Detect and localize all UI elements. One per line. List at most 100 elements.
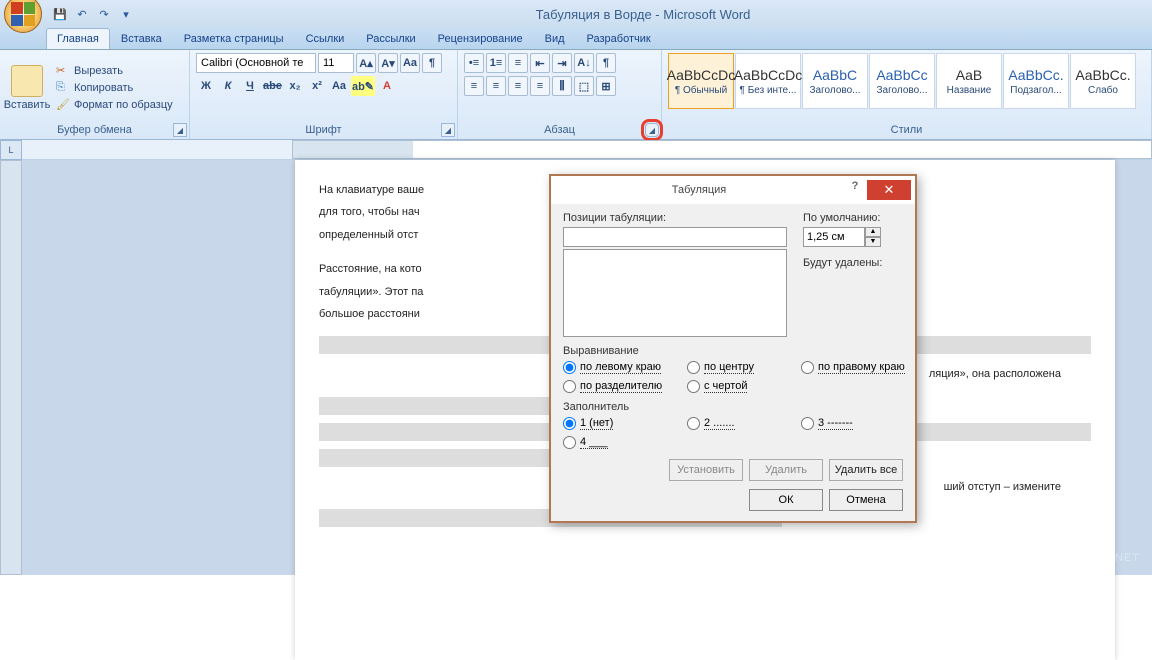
align-right-radio[interactable]: по правому краю [801, 361, 911, 374]
line-spacing-button[interactable]: ⫼ [552, 76, 572, 96]
paragraph-launcher[interactable]: ◢ [645, 123, 659, 137]
subscript-button[interactable]: x₂ [285, 76, 305, 96]
tab-home[interactable]: Главная [46, 28, 110, 49]
align-bar-radio[interactable]: с чертой [687, 380, 797, 393]
leader-none-radio[interactable]: 1 (нет) [563, 417, 683, 430]
undo-icon[interactable]: ↶ [74, 6, 90, 22]
tab-positions-list[interactable] [563, 249, 787, 337]
style-preview: AaBbC [813, 67, 857, 83]
font-launcher[interactable]: ◢ [441, 123, 455, 137]
increase-indent-button[interactable]: ⇥ [552, 53, 572, 73]
italic-button[interactable]: К [218, 76, 238, 96]
shrink-font-button[interactable]: A▾ [378, 53, 398, 73]
clear-format-button[interactable]: ¶ [422, 53, 442, 73]
paste-button[interactable]: Вставить [6, 53, 48, 122]
spin-down-icon[interactable]: ▼ [865, 237, 881, 247]
style-name: ¶ Обычный [675, 85, 727, 96]
tab-review[interactable]: Рецензирование [427, 28, 534, 49]
style-6[interactable]: AaBbCc.Слабо [1070, 53, 1136, 109]
ok-button[interactable]: ОК [749, 489, 823, 511]
align-decimal-radio[interactable]: по разделителю [563, 380, 683, 393]
spin-up-icon[interactable]: ▲ [865, 227, 881, 237]
justify-button[interactable]: ≡ [530, 76, 550, 96]
decrease-indent-button[interactable]: ⇤ [530, 53, 550, 73]
shading-button[interactable]: ⬚ [574, 76, 594, 96]
font-size-dropdown[interactable]: 11 [318, 53, 354, 73]
leader-underscore-radio[interactable]: 4 ___ [563, 436, 683, 449]
bullets-button[interactable]: •≡ [464, 53, 484, 73]
show-marks-button[interactable]: ¶ [596, 53, 616, 73]
align-left-radio[interactable]: по левому краю [563, 361, 683, 374]
tab-insert[interactable]: Вставка [110, 28, 173, 49]
style-name: Заголово... [877, 85, 928, 96]
scissors-icon: ✂ [56, 64, 70, 78]
text-effects-button[interactable]: Aa [329, 76, 349, 96]
change-case-button[interactable]: Aa [400, 53, 420, 73]
watermark: FREE-OFFICE.NET [1003, 549, 1140, 567]
align-right-button[interactable]: ≡ [508, 76, 528, 96]
cut-label: Вырезать [74, 65, 123, 77]
set-button[interactable]: Установить [669, 459, 743, 481]
format-painter-button[interactable]: 🖌Формат по образцу [52, 97, 177, 113]
close-button[interactable]: ✕ [867, 180, 911, 200]
style-3[interactable]: AaBbCcЗаголово... [869, 53, 935, 109]
tab-page-layout[interactable]: Разметка страницы [173, 28, 295, 49]
font-group-label: Шрифт [196, 122, 451, 138]
align-center-button[interactable]: ≡ [486, 76, 506, 96]
doc-text: ший отступ – измените [944, 481, 1061, 493]
default-tab-input[interactable] [803, 227, 865, 247]
style-preview: AaBbCcDc [734, 67, 802, 83]
dialog-titlebar[interactable]: Табуляция ? ✕ [551, 176, 915, 204]
vertical-ruler[interactable] [0, 160, 22, 575]
font-color-button[interactable]: A [377, 76, 397, 96]
tab-position-input[interactable] [563, 227, 787, 247]
help-button[interactable]: ? [843, 180, 867, 200]
tab-references[interactable]: Ссылки [295, 28, 356, 49]
bold-button[interactable]: Ж [196, 76, 216, 96]
window-title: Табуляция в Ворде - Microsoft Word [134, 7, 1152, 22]
doc-text: ляция», она расположена [929, 368, 1061, 380]
style-2[interactable]: AaBbCЗаголово... [802, 53, 868, 109]
ribbon-tabs: Главная Вставка Разметка страницы Ссылки… [0, 28, 1152, 50]
default-tab-spinner[interactable]: ▲▼ [803, 227, 903, 247]
cut-button[interactable]: ✂ Вырезать [52, 63, 177, 79]
save-icon[interactable]: 💾 [52, 6, 68, 22]
style-0[interactable]: AaBbCcDc¶ Обычный [668, 53, 734, 109]
style-5[interactable]: AaBbCc.Подзагол... [1003, 53, 1069, 109]
watermark-icon [1003, 549, 1021, 567]
grow-font-button[interactable]: A▴ [356, 53, 376, 73]
title-bar: 💾 ↶ ↷ ▾ Табуляция в Ворде - Microsoft Wo… [0, 0, 1152, 28]
sort-button[interactable]: A↓ [574, 53, 594, 73]
clear-all-button[interactable]: Удалить все [829, 459, 903, 481]
cancel-button[interactable]: Отмена [829, 489, 903, 511]
multilevel-button[interactable]: ≡ [508, 53, 528, 73]
strike-button[interactable]: abe [262, 76, 283, 96]
clear-button[interactable]: Удалить [749, 459, 823, 481]
align-left-button[interactable]: ≡ [464, 76, 484, 96]
default-label: По умолчанию: [803, 212, 903, 224]
doc-text: табуляции». Этот па [319, 286, 423, 298]
underline-button[interactable]: Ч [240, 76, 260, 96]
tab-mailings[interactable]: Рассылки [355, 28, 426, 49]
horizontal-ruler[interactable] [292, 140, 1152, 159]
style-4[interactable]: AaBНазвание [936, 53, 1002, 109]
copy-button[interactable]: ⎘Копировать [52, 80, 177, 96]
numbering-button[interactable]: 1≡ [486, 53, 506, 73]
font-name-dropdown[interactable]: Calibri (Основной те [196, 53, 316, 73]
style-name: Подзагол... [1010, 85, 1061, 96]
qat-more-icon[interactable]: ▾ [118, 6, 134, 22]
leader-dashes-radio[interactable]: 3 ------- [801, 417, 911, 430]
highlight-button[interactable]: ab✎ [351, 76, 375, 96]
style-1[interactable]: AaBbCcDc¶ Без инте... [735, 53, 801, 109]
leader-dots-radio[interactable]: 2 ....... [687, 417, 797, 430]
tab-developer[interactable]: Разработчик [576, 28, 662, 49]
tab-view[interactable]: Вид [534, 28, 576, 49]
superscript-button[interactable]: x² [307, 76, 327, 96]
borders-button[interactable]: ⊞ [596, 76, 616, 96]
paragraph-group-label: Абзац [464, 122, 655, 138]
redo-icon[interactable]: ↷ [96, 6, 112, 22]
tab-selector[interactable]: L [0, 140, 22, 160]
align-center-radio[interactable]: по центру [687, 361, 797, 374]
clipboard-launcher[interactable]: ◢ [173, 123, 187, 137]
doc-text: определенный отст [319, 229, 418, 241]
